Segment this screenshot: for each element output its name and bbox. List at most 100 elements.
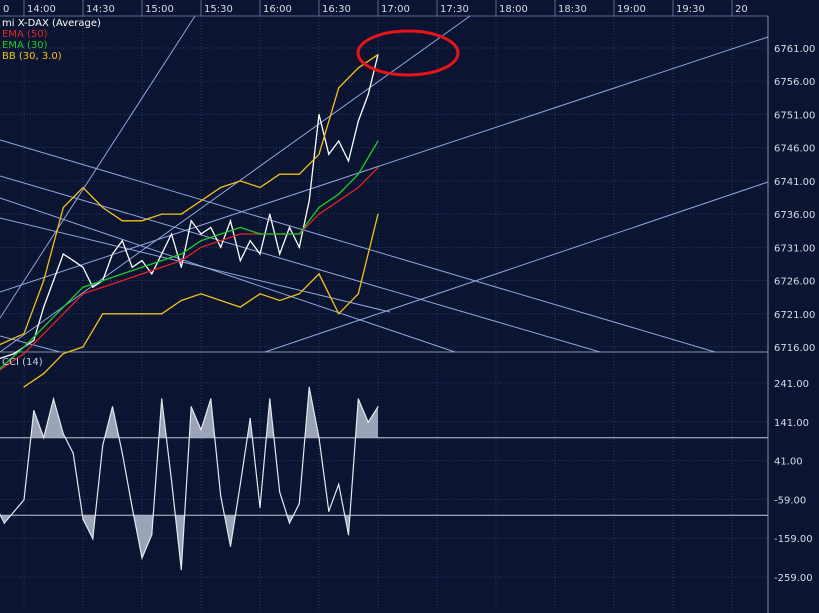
x-tick-label: 0	[3, 4, 9, 15]
cci-point	[131, 506, 133, 509]
data-point	[200, 233, 202, 235]
data-point	[357, 186, 359, 189]
cci-point	[298, 503, 300, 505]
data-point	[357, 67, 359, 69]
data-point	[43, 333, 45, 335]
data-point	[279, 173, 281, 175]
data-point	[62, 206, 64, 209]
data-point	[239, 260, 241, 262]
cci-point	[259, 506, 261, 509]
cci-point	[288, 522, 291, 524]
cci-point	[347, 534, 350, 536]
cci-point	[43, 437, 45, 439]
legend-entry: EMA (30)	[2, 40, 48, 51]
cci-point	[151, 534, 153, 536]
data-point	[259, 186, 261, 189]
cci-point	[249, 417, 251, 419]
data-point	[279, 299, 281, 302]
chart-background	[0, 0, 819, 613]
data-point	[170, 233, 173, 235]
data-point	[121, 313, 123, 315]
data-point	[200, 200, 202, 202]
data-point	[338, 200, 340, 202]
x-tick-label: 15:30	[204, 4, 233, 15]
cci-tick-label: -159.00	[774, 534, 813, 545]
data-point	[82, 186, 84, 189]
data-point	[82, 286, 84, 288]
data-point	[62, 353, 64, 355]
data-point	[318, 213, 320, 215]
data-point	[367, 93, 369, 96]
cci-point	[190, 406, 192, 408]
x-tick-label: 19:30	[676, 4, 705, 15]
x-tick-label: 17:30	[440, 4, 469, 15]
data-point	[141, 266, 143, 268]
cci-point	[229, 545, 232, 547]
data-point	[220, 240, 222, 242]
data-point	[318, 206, 320, 209]
x-tick-label: 14:30	[86, 4, 115, 15]
cci-legend-entry: CCI (14)	[2, 357, 43, 368]
y-tick-label: 6736.00	[774, 210, 815, 221]
cci-point	[367, 421, 369, 423]
cci-tick-label: -259.00	[774, 573, 813, 584]
cci-point	[180, 569, 182, 571]
data-point	[23, 386, 25, 388]
data-point	[220, 186, 222, 189]
data-point	[82, 266, 84, 268]
data-point	[338, 140, 340, 142]
legend-entry: mi X-DAX (Average)	[2, 18, 101, 29]
y-tick-label: 6716.00	[774, 343, 815, 354]
cci-point	[33, 409, 35, 412]
data-point	[318, 153, 320, 155]
data-point	[338, 313, 340, 315]
data-point	[338, 87, 340, 89]
cci-point	[23, 499, 25, 501]
data-point	[111, 253, 114, 255]
y-tick-label: 6721.00	[774, 310, 815, 321]
data-point	[377, 167, 379, 169]
cci-point	[92, 537, 94, 540]
data-point	[338, 193, 340, 195]
data-point	[279, 253, 281, 255]
cci-tick-label: -59.00	[774, 495, 806, 506]
data-point	[318, 273, 320, 275]
cci-point	[13, 510, 15, 513]
data-point	[200, 293, 202, 295]
x-tick-label: 17:00	[381, 4, 410, 15]
x-tick-label: 16:00	[263, 4, 292, 15]
cci-point	[121, 452, 123, 454]
data-point	[318, 113, 320, 116]
data-point	[102, 206, 104, 209]
data-point	[151, 273, 153, 275]
data-point	[269, 213, 271, 215]
x-tick-label: 18:30	[558, 4, 587, 15]
data-point	[43, 306, 45, 308]
data-point	[43, 326, 45, 328]
y-tick-label: 6751.00	[774, 110, 815, 121]
chart-canvas: 0 14:00 14:30 15:00 15:30 16:00 16:30 17:00 17:3…	[0, 0, 819, 613]
y-tick-label: 6731.00	[774, 243, 815, 254]
data-point	[239, 226, 241, 228]
data-point	[82, 346, 84, 348]
legend-entry: BB (30, 3.0)	[2, 51, 62, 62]
cci-point	[72, 452, 74, 454]
y-tick-label: 6761.00	[774, 44, 815, 55]
cci-point	[377, 406, 379, 408]
data-point	[239, 233, 241, 235]
data-point	[92, 286, 94, 288]
cci-point	[357, 398, 359, 400]
cci-point	[3, 522, 5, 524]
data-point	[229, 220, 232, 222]
data-point	[308, 200, 310, 202]
data-point	[298, 173, 300, 175]
cci-point	[308, 386, 310, 388]
data-point	[102, 279, 104, 282]
data-point	[161, 253, 163, 255]
x-tick-label: 19:00	[617, 4, 646, 15]
data-point	[377, 54, 379, 56]
data-point	[141, 220, 143, 222]
data-point	[239, 306, 241, 308]
data-point	[259, 293, 261, 295]
x-tick-label: 14:00	[27, 4, 56, 15]
